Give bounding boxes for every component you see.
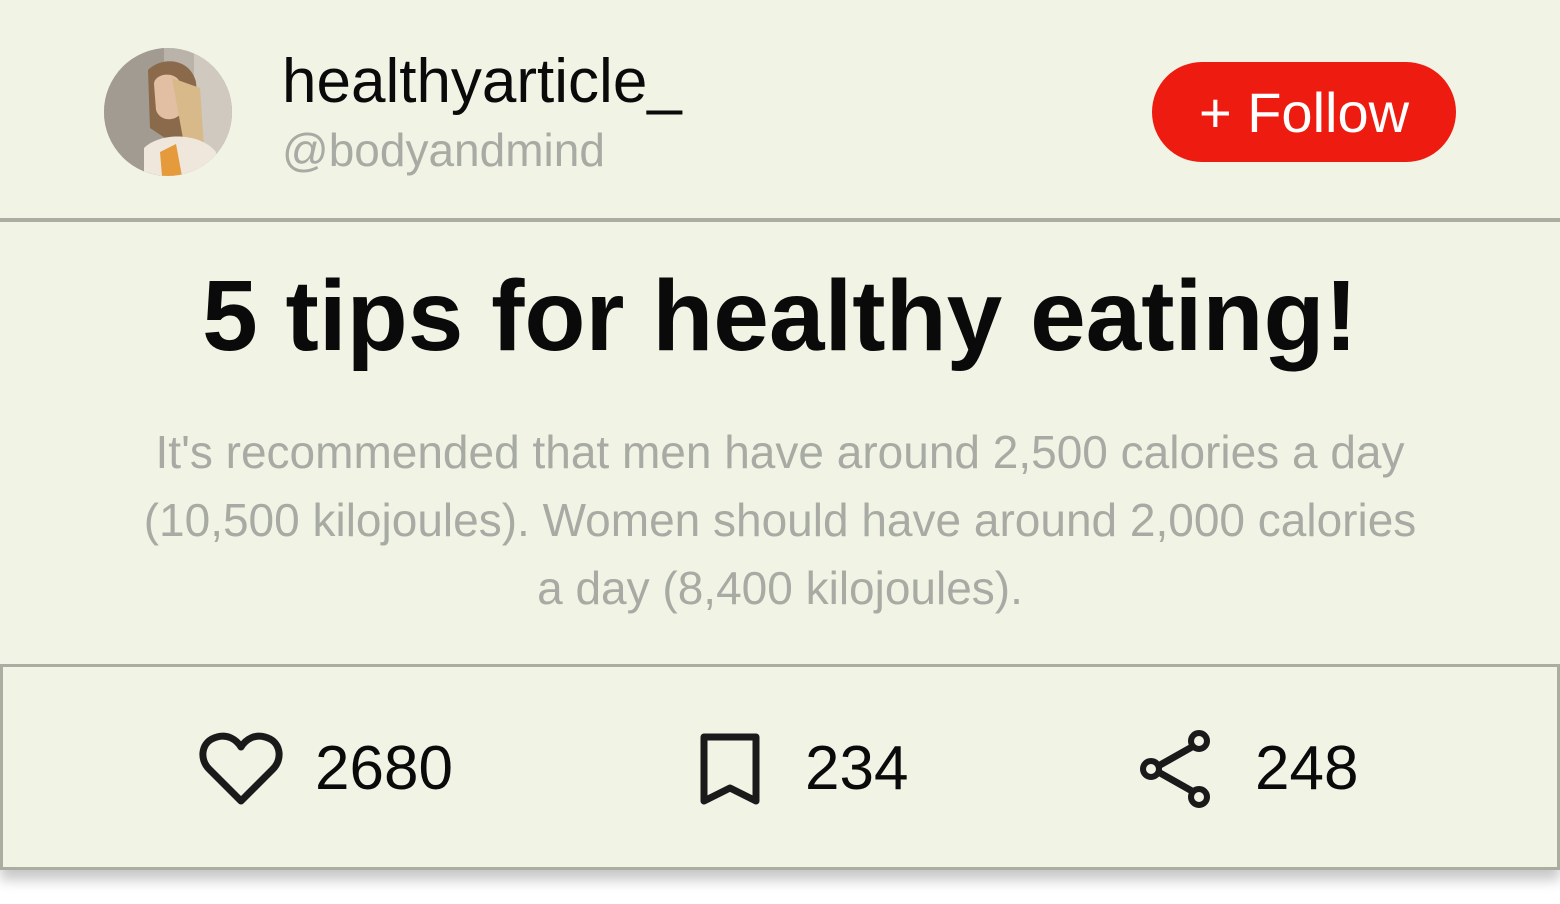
author-handle: @bodyandmind [282,124,605,176]
heart-icon [199,731,283,807]
like-button[interactable]: 2680 [199,729,453,809]
post-card: healthyarticle_ @bodyandmind + Follow 5 … [0,0,1560,870]
save-button[interactable]: 234 [699,729,908,809]
follow-button[interactable]: + Follow [1152,62,1456,162]
avatar-image [104,48,232,176]
share-button[interactable]: 248 [1139,729,1358,809]
author-username[interactable]: healthyarticle_ [282,44,682,120]
save-count: 234 [805,734,909,803]
avatar[interactable] [104,48,232,176]
like-count: 2680 [315,734,453,803]
share-icon [1139,729,1215,809]
post-header: healthyarticle_ @bodyandmind + Follow [0,0,1560,222]
share-count: 248 [1255,734,1359,803]
post-description: It's recommended that men have around 2,… [143,426,1417,614]
bookmark-icon [699,732,761,806]
post-title: 5 tips for healthy eating! [202,260,1358,372]
post-stats-bar: 2680 234 248 [0,664,1560,870]
